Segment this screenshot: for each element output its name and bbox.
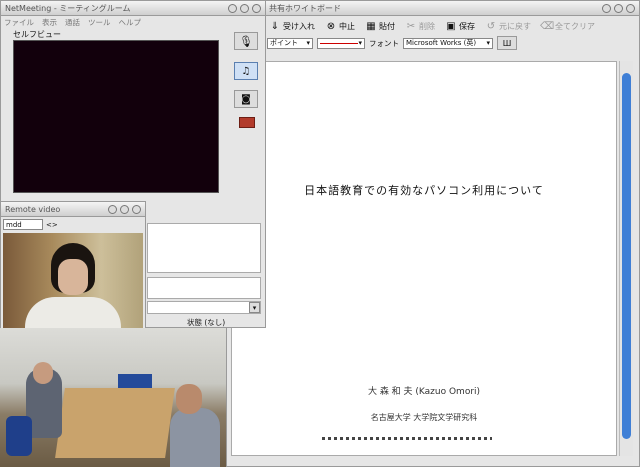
studio-table [55,388,175,458]
audio-video-button[interactable]: ♫ [234,62,258,80]
font-label: フォント [369,38,399,48]
studio-person-right [170,408,220,467]
meeting-title: NetMeeting - ミーティングルーム [5,3,131,13]
maximize-icon[interactable] [120,204,129,214]
scissors-icon: ✂ [406,20,416,32]
camera-button[interactable]: ◙ [234,90,258,108]
studio-video-feed [0,328,226,467]
document-page[interactable]: 日本語教育での有効なパソコン利用について 大 森 和 夫 (Kazuo Omor… [231,61,617,456]
line-style-select[interactable]: ▾ [317,37,365,49]
save-icon: ▣ [446,20,456,32]
line-sample [320,42,359,44]
remote-select[interactable]: mdd [3,219,43,230]
chat-input[interactable] [147,277,261,299]
self-view-video [13,40,219,193]
whiteboard-window: 共有ホワイトボード ⇓ 受け入れ ⊗ 中止 ▦ 貼付 ✂ 削除 ▣ 保存 ↺ 元に戻す ⌫ 全… [226,0,640,467]
format-bar: ポイント ▾ ▾ フォント Microsoft Works (英) ▾ Ш [227,36,639,50]
save-button[interactable]: ▣ 保存 [443,19,477,33]
clear-all-icon: ⌫ [539,20,555,32]
studio-person-left-head [33,362,53,384]
minimize-icon[interactable] [602,3,611,13]
undo-icon: ↺ [486,20,496,32]
whiteboard-titlebar[interactable]: 共有ホワイトボード [227,1,639,16]
minimize-icon[interactable] [228,3,237,13]
menu-item-call[interactable]: 通話 [65,17,80,28]
remote-control-row: mdd <> [3,219,58,230]
scrollbar-thumb[interactable] [622,73,631,439]
remote-video-titlebar[interactable]: Remote video [1,202,145,217]
document-author: 大 森 和 夫 (Kazuo Omori) [367,387,481,397]
close-icon[interactable] [252,3,261,13]
menu-item-view[interactable]: 表示 [42,17,57,28]
font-size-select[interactable]: ポイント ▾ [267,37,313,49]
document-title: 日本語教育での有効なパソコン利用について [304,184,544,197]
dropdown-arrow[interactable]: ▾ [249,302,260,313]
hangup-button[interactable] [239,117,255,128]
cut-button[interactable]: ✂ 削除 [403,19,437,33]
remote-person-face [58,259,88,295]
paste-icon: ▦ [366,20,376,32]
bold-format-button[interactable]: Ш [497,36,517,50]
font-select[interactable]: Microsoft Works (英) ▾ [403,37,493,49]
minimize-icon[interactable] [108,204,117,214]
menu-item-tools[interactable]: ツール [88,17,111,28]
receive-button[interactable]: ⇓ 受け入れ [267,19,317,33]
chevron-down-icon: ▾ [306,39,310,47]
chevron-down-icon: ▾ [358,39,362,47]
self-view-label: セルフビュー [13,30,61,39]
microphone-icon: 🎙 [239,34,253,48]
undo-button[interactable]: ↺ 元に戻す [483,19,533,33]
camera-icon: ◙ [241,93,251,105]
meeting-titlebar[interactable]: NetMeeting - ミーティングルーム [1,1,265,16]
remote-nav-arrows[interactable]: <> [46,221,58,229]
whiteboard-toolbar: ⇓ 受け入れ ⊗ 中止 ▦ 貼付 ✂ 削除 ▣ 保存 ↺ 元に戻す ⌫ 全てクリア [227,16,639,36]
meeting-status: 状態 (なし) [187,318,226,327]
download-arrow-icon: ⇓ [270,20,280,32]
microphone-button[interactable]: 🎙 [234,32,258,50]
paste-button[interactable]: ▦ 貼付 [363,19,397,33]
chevron-down-icon: ▾ [486,39,490,47]
meeting-menubar: ファイル 表示 通話 ツール ヘルプ [1,16,265,28]
menu-item-help[interactable]: ヘルプ [119,17,142,28]
studio-chair [118,374,152,388]
menu-item-file[interactable]: ファイル [4,17,34,28]
participant-list[interactable] [147,223,261,273]
maximize-icon[interactable] [614,3,623,13]
studio-person-right-head [176,384,202,414]
close-icon[interactable] [626,3,635,13]
speaker-video-icon: ♫ [241,65,251,77]
close-icon[interactable] [132,204,141,214]
stop-button[interactable]: ⊗ 中止 [323,19,357,33]
chat-history[interactable] [147,301,261,314]
maximize-icon[interactable] [240,3,249,13]
document-text-fragment [322,437,492,440]
vertical-scrollbar[interactable] [619,61,633,456]
clear-all-button[interactable]: ⌫ 全てクリア [539,19,597,33]
studio-chair [6,416,32,456]
stop-icon: ⊗ [326,20,336,32]
remote-video-title: Remote video [5,204,61,214]
document-affiliation: 名古屋大学 大学院文学研究科 [370,413,478,422]
whiteboard-title: 共有ホワイトボード [269,3,341,13]
